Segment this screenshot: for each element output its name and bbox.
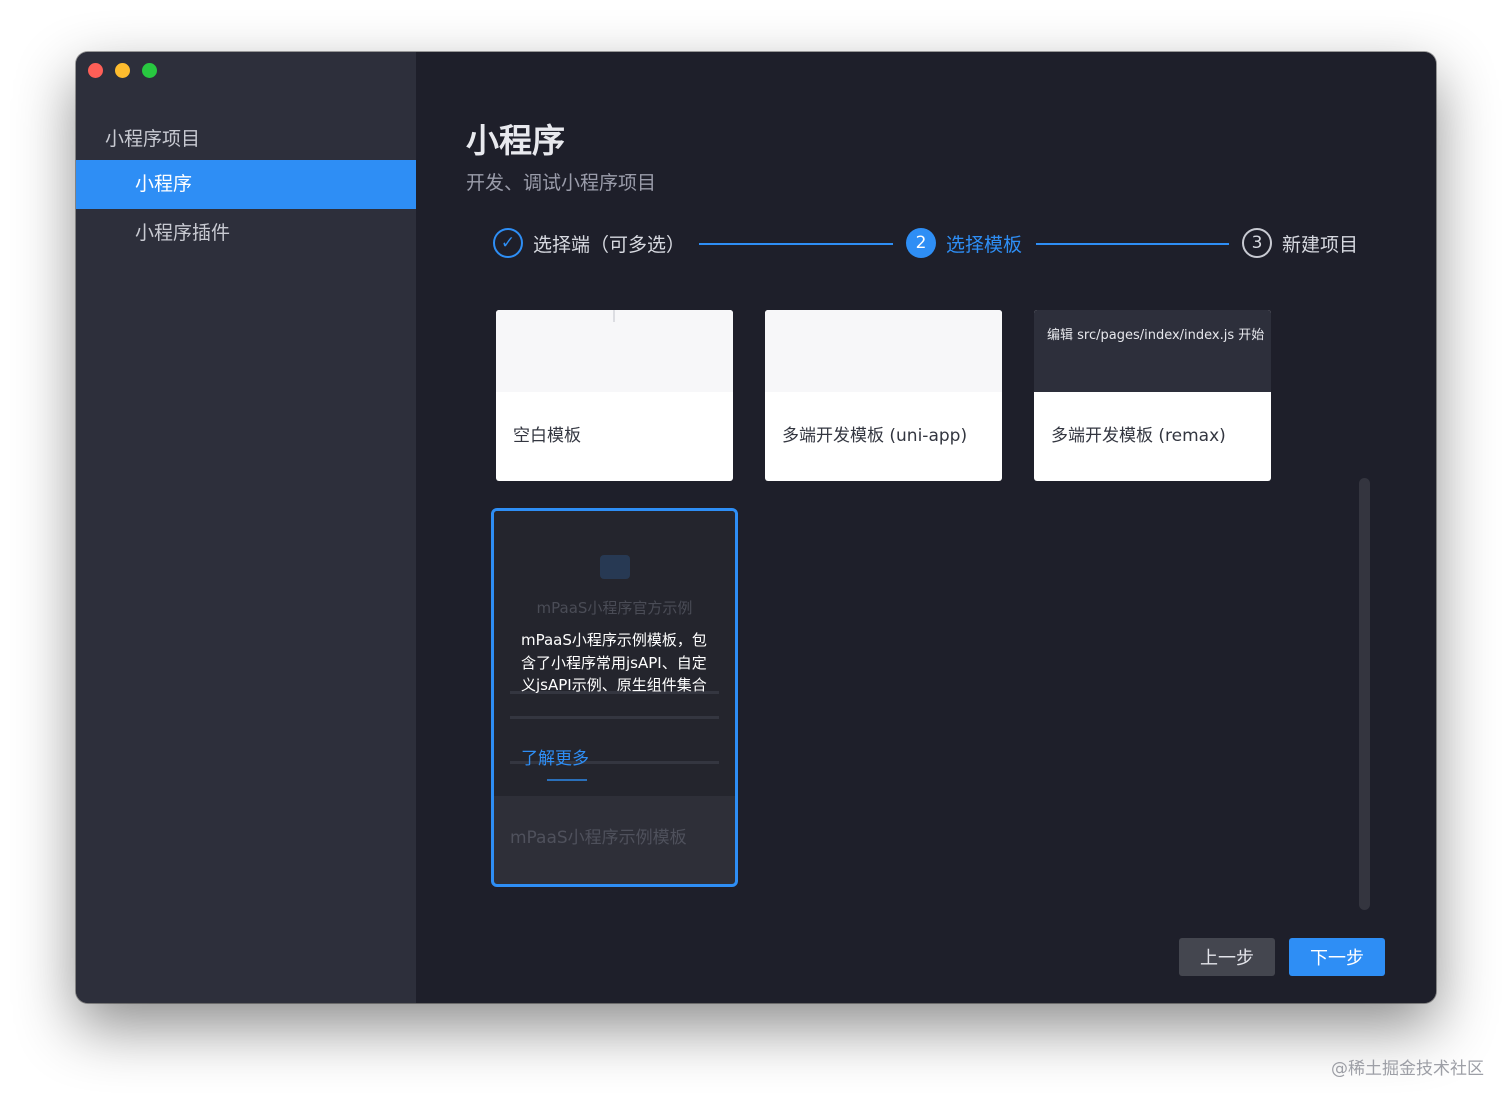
thumbnail-marker: [613, 310, 615, 322]
page-title: 小程序: [466, 121, 565, 160]
step-number: 3: [1242, 228, 1272, 258]
thumbnail-caption: 编辑 src/pages/index/index.js 开始: [1047, 328, 1265, 343]
sidebar-item-miniprogram-plugin[interactable]: 小程序插件: [76, 209, 416, 258]
preview-tab-indicator: [547, 779, 587, 781]
step-create-project[interactable]: 3 新建项目: [1242, 228, 1358, 258]
step-label: 选择端（可多选）: [533, 233, 686, 256]
step-label: 选择模板: [946, 233, 1023, 256]
template-thumbnail: [765, 310, 1002, 392]
scrollbar[interactable]: [1359, 478, 1370, 910]
sidebar-item-miniprogram[interactable]: 小程序: [76, 160, 416, 209]
page-subtitle: 开发、调试小程序项目: [466, 172, 657, 194]
learn-more-link[interactable]: 了解更多: [521, 744, 589, 769]
step-connector: [699, 243, 893, 245]
app-window: 小程序项目 小程序 小程序插件 小程序 开发、调试小程序项目 ✓ 选择端（可多选…: [76, 52, 1436, 1003]
preview-row: [510, 716, 719, 719]
preview-status-bar: [502, 515, 727, 525]
template-card-mpaas[interactable]: mPaaS小程序官方示例 mPaaS小程序示例模板，包含了小程序常用jsAPI、…: [491, 508, 738, 887]
sidebar: 小程序项目 小程序 小程序插件: [76, 52, 416, 1003]
template-label: mPaaS小程序示例模板: [510, 828, 687, 848]
close-window-button[interactable]: [88, 63, 103, 78]
previous-step-button[interactable]: 上一步: [1179, 938, 1275, 976]
step-number: 2: [906, 228, 936, 258]
main-panel: 小程序 开发、调试小程序项目 ✓ 选择端（可多选） 2 选择模板 3 新建项目 …: [416, 52, 1436, 1003]
template-label: 多端开发模板 (remax): [1051, 426, 1226, 446]
step-select-template[interactable]: 2 选择模板: [906, 228, 1022, 258]
minimize-window-button[interactable]: [115, 63, 130, 78]
preview-title: mPaaS小程序官方示例: [536, 599, 693, 617]
next-step-button[interactable]: 下一步: [1289, 938, 1385, 976]
template-thumbnail: [496, 310, 733, 392]
template-thumbnail: 编辑 src/pages/index/index.js 开始: [1034, 310, 1271, 392]
template-card-uniapp[interactable]: 多端开发模板 (uni-app): [765, 310, 1002, 481]
template-description: mPaaS小程序示例模板，包含了小程序常用jsAPI、自定义jsAPI示例、原生…: [521, 631, 707, 694]
template-card-blank[interactable]: 空白模板: [496, 310, 733, 481]
template-label: 空白模板: [513, 426, 581, 446]
template-card-remax[interactable]: 编辑 src/pages/index/index.js 开始 多端开发模板 (r…: [1034, 310, 1271, 481]
step-select-platform[interactable]: ✓ 选择端（可多选）: [493, 228, 685, 258]
window-controls: [88, 63, 157, 78]
step-connector: [1036, 243, 1229, 245]
template-label: 多端开发模板 (uni-app): [782, 426, 968, 446]
watermark: @稀土掘金技术社区: [1331, 1059, 1484, 1079]
check-icon: ✓: [493, 228, 523, 258]
sidebar-header: 小程序项目: [105, 128, 201, 150]
step-label: 新建项目: [1282, 233, 1359, 256]
zoom-window-button[interactable]: [142, 63, 157, 78]
mpaas-logo-icon: [600, 555, 630, 579]
